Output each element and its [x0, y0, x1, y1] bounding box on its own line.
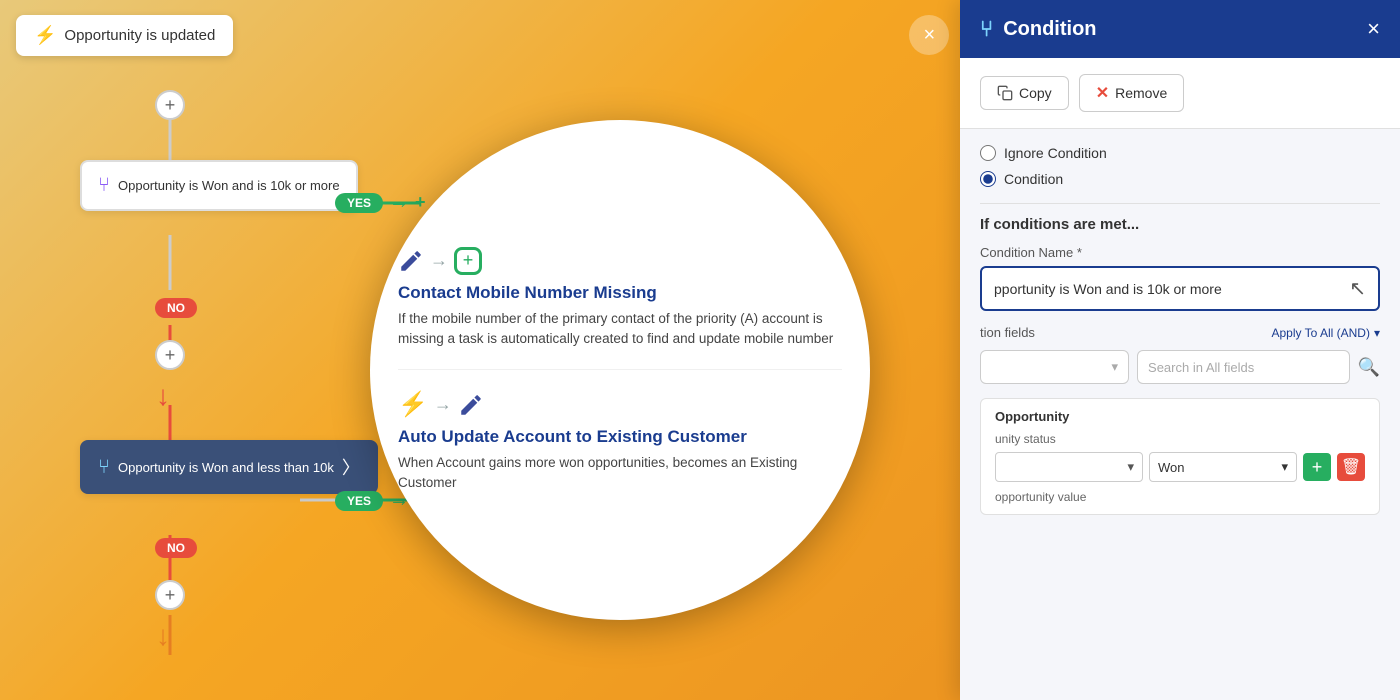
condition-radio-label: Condition [1004, 171, 1063, 187]
opportunity-status-label: unity status [995, 432, 1365, 446]
status-operator-select[interactable]: ▾ [995, 452, 1143, 482]
cursor-on-node2: 〉 [342, 454, 360, 480]
field-chevron-icon: ▾ [1112, 359, 1119, 375]
panel-title: Condition [1003, 18, 1096, 41]
panel-close-button[interactable]: × [1367, 16, 1380, 42]
remove-button[interactable]: ✕ Remove [1079, 74, 1185, 112]
search-icon-button[interactable]: 🔍 [1358, 350, 1380, 384]
remove-label: Remove [1115, 85, 1167, 101]
panel-actions: Copy ✕ Remove [960, 58, 1400, 129]
arrow-right-1: → [389, 191, 409, 214]
popup-item-1-icons: → + [398, 247, 842, 275]
arrow-down-red-1: ↓ [156, 380, 170, 412]
circle-popup: → + Contact Mobile Number Missing If the… [370, 120, 870, 620]
condition-fork-icon-2: ⑂ [98, 456, 110, 479]
condition-node-1[interactable]: ⑂ Opportunity is Won and is 10k or more [80, 160, 358, 211]
filter-label: tion fields [980, 325, 1035, 340]
radio-group: Ignore Condition Condition [980, 145, 1380, 187]
arrow-popup-2: → [434, 394, 452, 415]
add-value-button[interactable]: + [1303, 453, 1331, 481]
ignore-condition-label: Ignore Condition [1004, 145, 1107, 161]
condition-option[interactable]: Condition [980, 171, 1380, 187]
popup-item-2[interactable]: ⚡ → Auto Update Account to Existing Cust… [398, 370, 842, 514]
plus-between-1[interactable]: + [415, 192, 426, 213]
condition-panel: ⑂ Condition × Copy ✕ Remove Ignore Condi… [960, 0, 1400, 700]
condition-name-value: pportunity is Won and is 10k or more [994, 281, 1222, 297]
condition-radio[interactable] [980, 171, 996, 187]
won-chevron: ▾ [1281, 459, 1288, 475]
popup-item-1-desc: If the mobile number of the primary cont… [398, 309, 842, 350]
no-label-2: NO [155, 538, 197, 558]
copy-icon [997, 85, 1013, 101]
operator-chevron: ▾ [1127, 459, 1134, 475]
pencil-icon-1 [398, 248, 424, 274]
field-select-dropdown[interactable]: ▾ [980, 350, 1129, 384]
no-label-1: NO [155, 298, 197, 318]
search-icon: 🔍 [1358, 357, 1380, 377]
yes-label-2: YES [335, 491, 383, 511]
bolt-popup-2: ⚡ [398, 390, 428, 419]
arrow-down-orange-1: ↓ [156, 620, 170, 652]
opportunity-section-title: Opportunity [995, 409, 1365, 424]
search-filter-row: ▾ Search in All fields 🔍 [980, 350, 1380, 384]
status-won-value: Won [1158, 460, 1185, 475]
opportunity-section: Opportunity unity status ▾ Won ▾ + 🗑 opp… [980, 398, 1380, 515]
mid-add-button[interactable]: + [155, 340, 185, 370]
panel-body: Ignore Condition Condition If conditions… [960, 129, 1400, 700]
opportunity-value-label: opportunity value [995, 490, 1365, 504]
copy-button[interactable]: Copy [980, 76, 1069, 110]
condition-node-2[interactable]: ⑂ Opportunity is Won and less than 10k 〉 [80, 440, 378, 494]
if-conditions-label: If conditions are met... [980, 216, 1380, 233]
popup-item-2-desc: When Account gains more won opportunitie… [398, 453, 842, 494]
trigger-label: Opportunity is updated [64, 27, 215, 44]
condition-name-label: Condition Name * [980, 245, 1380, 260]
panel-header-left: ⑂ Condition [980, 16, 1097, 42]
apply-all-label: Apply To All (AND) [1271, 326, 1369, 340]
cursor-icon: ↖ [1349, 276, 1366, 301]
filter-row: tion fields Apply To All (AND) ▾ [980, 325, 1380, 340]
green-plus-popup-1: + [454, 247, 482, 275]
search-placeholder: Search in All fields [1148, 360, 1254, 375]
canvas-close-button[interactable]: × [909, 15, 949, 55]
popup-item-1[interactable]: → + Contact Mobile Number Missing If the… [398, 227, 842, 371]
top-add-button[interactable]: + [155, 90, 185, 120]
panel-header: ⑂ Condition × [960, 0, 1400, 58]
bottom-add-button[interactable]: + [155, 580, 185, 610]
condition-panel-icon: ⑂ [980, 16, 993, 42]
circle-popup-content: → + Contact Mobile Number Missing If the… [370, 120, 870, 620]
no-badge-2: NO [155, 538, 197, 558]
popup-item-1-title: Contact Mobile Number Missing [398, 283, 842, 303]
condition-node-1-label: Opportunity is Won and is 10k or more [118, 178, 340, 193]
ignore-condition-radio[interactable] [980, 145, 996, 161]
popup-item-2-title: Auto Update Account to Existing Customer [398, 427, 842, 447]
delete-value-button[interactable]: 🗑 [1337, 453, 1365, 481]
apply-all-button[interactable]: Apply To All (AND) ▾ [1271, 326, 1380, 340]
condition-fork-icon-1: ⑂ [98, 174, 110, 197]
chevron-down-icon: ▾ [1374, 326, 1380, 340]
pencil-icon-2 [458, 392, 484, 418]
ignore-condition-option[interactable]: Ignore Condition [980, 145, 1380, 161]
yes-badge-2: YES → [335, 489, 409, 512]
yes-label-1: YES [335, 193, 383, 213]
condition-name-input[interactable]: pportunity is Won and is 10k or more ↖ [980, 266, 1380, 311]
search-all-fields-input[interactable]: Search in All fields [1137, 350, 1350, 384]
status-value-select[interactable]: Won ▾ [1149, 452, 1297, 482]
condition-node-2-label: Opportunity is Won and less than 10k [118, 460, 334, 475]
arrow-popup-1: → [430, 250, 448, 271]
bolt-icon: ⚡ [34, 25, 56, 46]
opportunity-value-row: ▾ Won ▾ + 🗑 [995, 452, 1365, 482]
trigger-badge[interactable]: ⚡ Opportunity is updated [16, 15, 233, 56]
popup-item-2-icons: ⚡ → [398, 390, 842, 419]
no-badge-1: NO [155, 298, 197, 318]
remove-x-icon: ✕ [1096, 83, 1109, 103]
section-divider-1 [980, 203, 1380, 204]
copy-label: Copy [1019, 85, 1052, 101]
